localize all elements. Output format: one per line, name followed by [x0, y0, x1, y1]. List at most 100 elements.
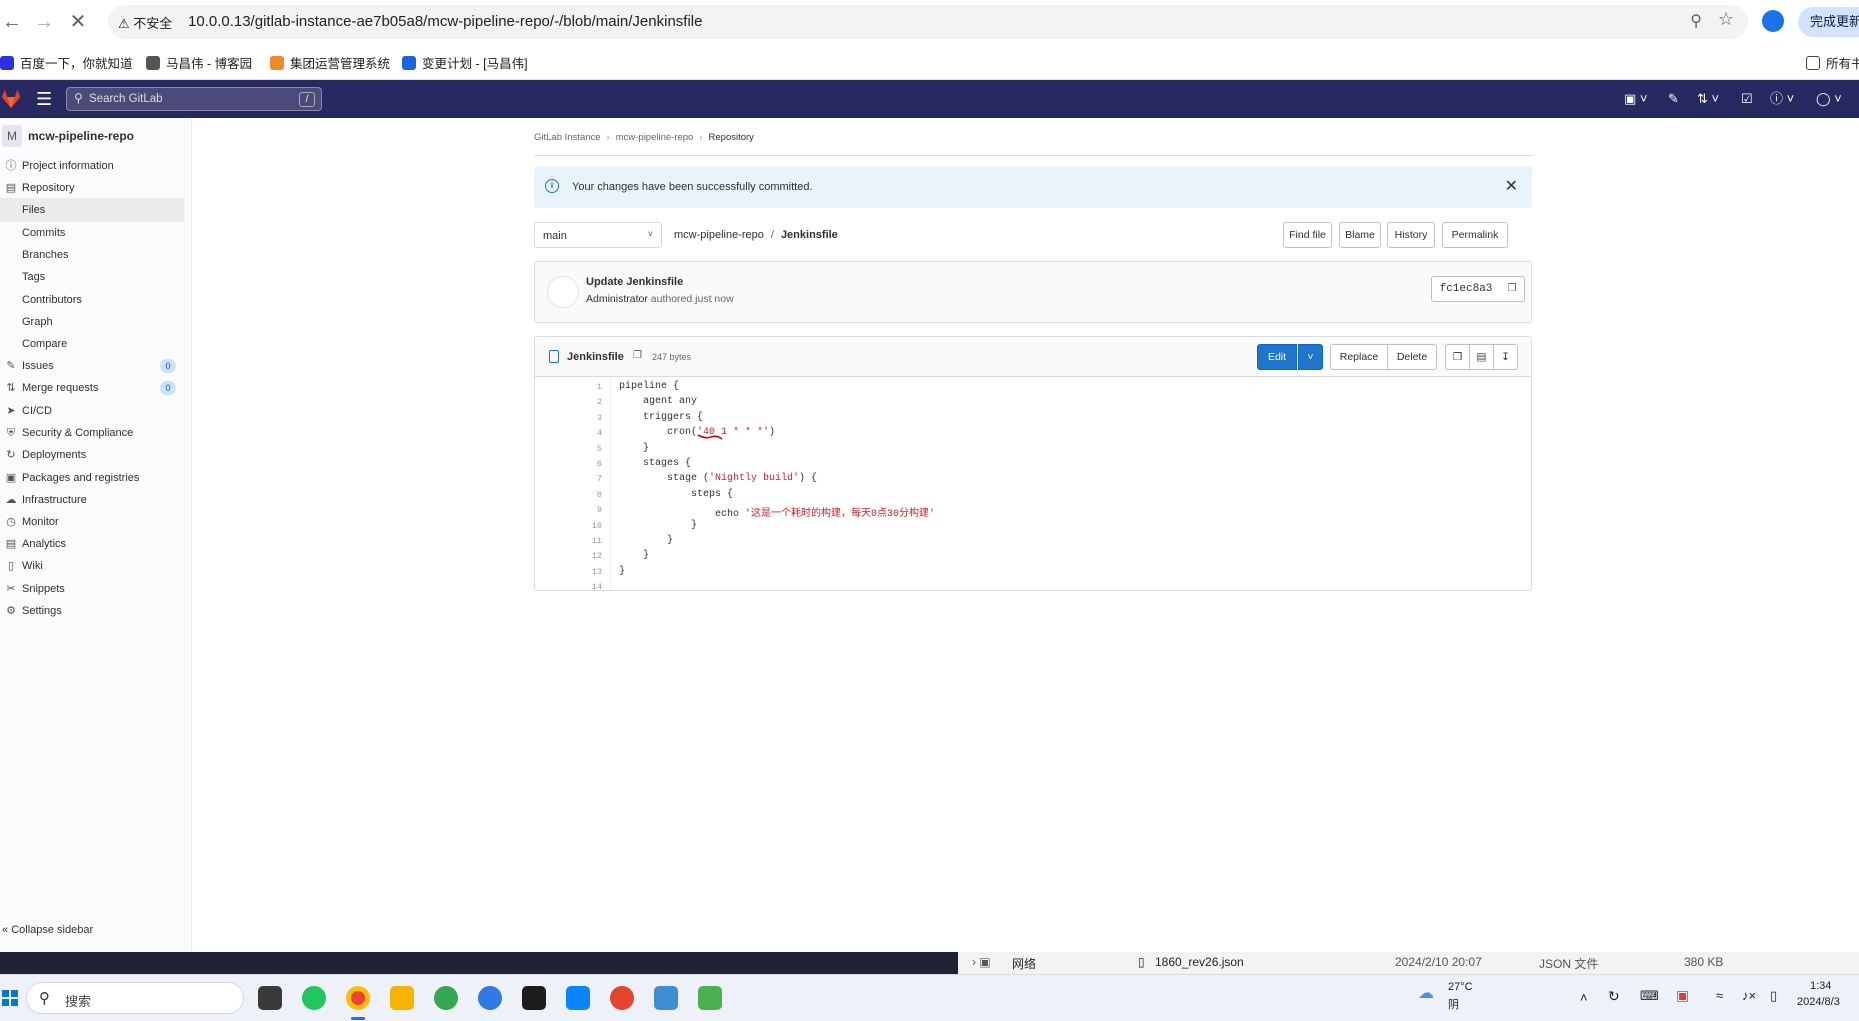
- sidebar-item-wiki[interactable]: ▯ Wiki: [0, 554, 192, 578]
- bookmark-ops-system[interactable]: 集团运营管理系统: [270, 53, 390, 72]
- line-number[interactable]: 7: [572, 474, 602, 484]
- security-warning[interactable]: ⚠ 不安全: [118, 13, 172, 32]
- project-header[interactable]: M mcw-pipeline-repo: [0, 124, 192, 150]
- profile-icon[interactable]: [1762, 10, 1784, 32]
- sidebar-item-repository[interactable]: ▤ Repository: [0, 176, 192, 200]
- sidebar-item-infrastructure[interactable]: ☁ Infrastructure: [0, 488, 192, 512]
- address-bar[interactable]: ⚠ 不安全 10.0.0.13/gitlab-instance-ae7b05a8…: [108, 5, 1748, 39]
- gitlab-logo-icon[interactable]: [0, 88, 22, 110]
- bookmark-baidu[interactable]: 百度一下，你就知道: [0, 53, 133, 72]
- line-number[interactable]: 11: [572, 536, 602, 546]
- line-number[interactable]: 6: [572, 459, 602, 469]
- notepad-icon[interactable]: [698, 986, 722, 1010]
- sidebar-item-packages[interactable]: ▣ Packages and registries: [0, 466, 192, 490]
- bookmark-star-icon[interactable]: ☆: [1718, 9, 1734, 30]
- sidebar-item-project-information[interactable]: ⓘ Project information: [0, 154, 192, 178]
- breadcrumb-project[interactable]: mcw-pipeline-repo: [616, 132, 694, 143]
- weather-cloud-icon[interactable]: ☁: [1418, 983, 1434, 1003]
- search-input[interactable]: ⚲ Search GitLab /: [66, 87, 322, 111]
- copy-path-icon[interactable]: ❐: [633, 350, 642, 361]
- line-number[interactable]: 8: [572, 490, 602, 500]
- update-button[interactable]: 完成更新: [1798, 7, 1859, 37]
- explorer-network-label[interactable]: 网络: [1012, 955, 1036, 972]
- clock-time[interactable]: 1:34: [1810, 980, 1831, 992]
- wifi-icon[interactable]: ≈: [1716, 988, 1723, 1003]
- copy-contents-button[interactable]: ❐: [1445, 344, 1470, 370]
- line-number[interactable]: 10: [572, 521, 602, 531]
- sidebar-item-commits[interactable]: Commits: [0, 221, 192, 245]
- sidebar-item-issues[interactable]: ✎ Issues 0: [0, 354, 192, 378]
- stop-loading-icon[interactable]: ✕: [66, 10, 90, 34]
- terminal-icon[interactable]: [522, 986, 546, 1010]
- input-method-icon[interactable]: ⌨: [1640, 988, 1659, 1004]
- author-avatar[interactable]: [547, 276, 579, 308]
- back-icon[interactable]: ←: [0, 10, 24, 34]
- bookmark-cnblogs[interactable]: 马昌伟 - 博客园: [146, 53, 252, 72]
- chevron-up-icon[interactable]: ˄: [1580, 990, 1588, 1005]
- sidebar-item-snippets[interactable]: ✂ Snippets: [0, 577, 192, 601]
- speaker-muted-icon[interactable]: ♪×: [1742, 988, 1756, 1003]
- collapse-sidebar-button[interactable]: « Collapse sidebar: [2, 924, 93, 936]
- line-number[interactable]: 9: [572, 505, 602, 515]
- open-raw-button[interactable]: ▤: [1469, 344, 1494, 370]
- edit-options-button[interactable]: ˅: [1298, 344, 1323, 370]
- browser-icon[interactable]: [434, 986, 458, 1010]
- image-viewer-icon[interactable]: [654, 986, 678, 1010]
- remote-desktop-icon[interactable]: [566, 986, 590, 1010]
- sidebar-item-branches[interactable]: Branches: [0, 243, 192, 267]
- zoom-icon[interactable]: ⚲: [1690, 11, 1702, 31]
- sidebar-item-deployments[interactable]: ↻ Deployments: [0, 443, 192, 467]
- sidebar-item-tags[interactable]: Tags: [0, 265, 192, 289]
- commit-title[interactable]: Update Jenkinsfile: [586, 276, 683, 288]
- user-avatar-icon[interactable]: ◯ ˅: [1816, 91, 1842, 107]
- breadcrumb-repository[interactable]: Repository: [709, 132, 754, 143]
- line-number[interactable]: 3: [572, 413, 602, 423]
- line-number[interactable]: 14: [572, 582, 602, 592]
- help-icon[interactable]: ⓘ ˅: [1770, 91, 1794, 107]
- line-number[interactable]: 4: [572, 428, 602, 438]
- sidebar-item-settings[interactable]: ⚙ Settings: [0, 599, 192, 623]
- sidebar-item-files[interactable]: Files: [0, 198, 184, 222]
- explorer-file-name[interactable]: 1860_rev26.json: [1155, 955, 1244, 969]
- windows-start-icon[interactable]: [2, 990, 18, 1006]
- sidebar-item-security[interactable]: ⛨ Security & Compliance: [0, 421, 192, 445]
- download-button[interactable]: ↧: [1493, 344, 1518, 370]
- weather-description[interactable]: 阴: [1448, 996, 1459, 1012]
- bookmark-change-plan[interactable]: 变更计划 - [马昌伟]: [402, 53, 528, 72]
- blame-button[interactable]: Blame: [1339, 222, 1381, 248]
- sidebar-item-monitor[interactable]: ◷ Monitor: [0, 510, 192, 534]
- battery-icon[interactable]: ▯: [1770, 988, 1777, 1004]
- file-explorer-icon[interactable]: [390, 986, 414, 1010]
- create-new-icon[interactable]: ▣ ˅: [1624, 91, 1648, 107]
- sidebar-item-merge-requests[interactable]: ⇅ Merge requests 0: [0, 376, 192, 400]
- line-number[interactable]: 5: [572, 444, 602, 454]
- todo-icon[interactable]: ☑: [1741, 91, 1753, 107]
- find-file-button[interactable]: Find file: [1283, 222, 1332, 248]
- delete-button[interactable]: Delete: [1387, 344, 1437, 370]
- sidebar-item-compare[interactable]: Compare: [0, 332, 192, 356]
- sidebar-item-contributors[interactable]: Contributors: [0, 288, 192, 312]
- sidebar-item-analytics[interactable]: ▤ Analytics: [0, 532, 192, 556]
- weather-temperature[interactable]: 27°C: [1448, 981, 1473, 993]
- forward-icon[interactable]: →: [32, 10, 56, 34]
- line-number[interactable]: 12: [572, 551, 602, 561]
- chrome-icon[interactable]: [346, 986, 370, 1010]
- clock-date[interactable]: 2024/8/3: [1797, 996, 1840, 1008]
- bookmarks-folder[interactable]: 所有书: [1806, 53, 1859, 72]
- merge-requests-icon[interactable]: ⇅ ˅: [1697, 91, 1719, 107]
- taskbar-search[interactable]: ⚲ 搜索: [26, 982, 244, 1014]
- replace-button[interactable]: Replace: [1330, 344, 1388, 370]
- history-button[interactable]: History: [1387, 222, 1435, 248]
- sync-icon[interactable]: ↻: [1608, 988, 1620, 1005]
- breadcrumb-gitlab-instance[interactable]: GitLab Instance: [534, 132, 601, 143]
- sidebar-item-cicd[interactable]: ➤ CI/CD: [0, 399, 192, 423]
- permalink-button[interactable]: Permalink: [1442, 222, 1508, 248]
- wechat-icon[interactable]: [302, 986, 326, 1010]
- url-text[interactable]: 10.0.0.13/gitlab-instance-ae7b05a8/mcw-p…: [188, 13, 702, 30]
- branch-dropdown[interactable]: main ˅: [534, 222, 662, 248]
- hamburger-menu-icon[interactable]: ☰: [36, 88, 52, 110]
- app-icon[interactable]: [478, 986, 502, 1010]
- issues-icon[interactable]: ✎: [1668, 91, 1679, 107]
- close-icon[interactable]: ✕: [1505, 176, 1518, 196]
- sidebar-item-graph[interactable]: Graph: [0, 310, 192, 334]
